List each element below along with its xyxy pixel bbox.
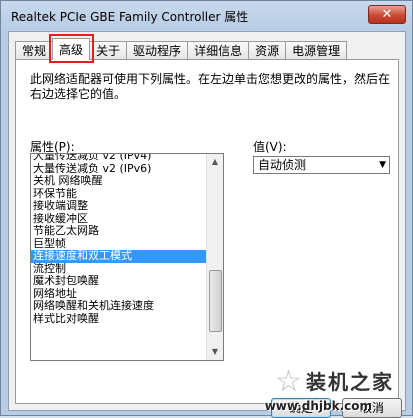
properties-window: Realtek PCIe GBE Family Controller 属性 ✕ … [0, 0, 413, 418]
property-list: 大量传送减负 v2 (IPv4) 大量传送减负 v2 (IPv6) 关机 网络唤… [31, 154, 207, 326]
list-item[interactable]: 环保节能 [31, 188, 207, 201]
list-item[interactable]: 网络唤醒和关机连接速度 [31, 300, 207, 313]
list-item[interactable]: 魔术封包唤醒 [31, 275, 207, 288]
list-item[interactable]: 样式比对唤醒 [31, 313, 207, 326]
tab-general[interactable]: 常规 [15, 41, 54, 60]
window-title: Realtek PCIe GBE Family Controller 属性 [11, 10, 249, 24]
watermark-logo: 装机之家 [306, 370, 394, 394]
scroll-thumb[interactable] [209, 270, 222, 332]
watermark-url: www.dhjbk.com [264, 399, 372, 413]
value-dropdown-selected: 自动侦测 [258, 158, 307, 172]
advanced-description: 此网络适配器可使用下列属性。在左边单击您想更改的属性，然后在右边选择它的值。 [30, 72, 391, 101]
list-item-selected[interactable]: 连接速度和双工模式 [31, 250, 207, 263]
list-item[interactable]: 节能乙太网路 [31, 225, 207, 238]
scroll-down-icon[interactable]: ▼ [207, 344, 223, 360]
tab-resources[interactable]: 资源 [248, 41, 287, 60]
chevron-down-icon[interactable]: ▼ [379, 158, 386, 173]
close-icon: ✕ [381, 7, 393, 22]
tab-about[interactable]: 关于 [89, 41, 128, 60]
property-list-scrollbar[interactable]: ▲ ▼ [206, 154, 223, 360]
list-item[interactable]: 巨型帧 [31, 238, 207, 251]
tab-driver[interactable]: 驱动程序 [126, 41, 189, 60]
dialog-client-area: 常规 高级 关于 驱动程序 详细信息 资源 电源管理 此网络适配器可使用下列属性… [8, 31, 406, 418]
tab-strip: 常规 高级 关于 驱动程序 详细信息 资源 电源管理 [15, 34, 348, 63]
close-button[interactable]: ✕ [368, 5, 406, 24]
tab-power-management[interactable]: 电源管理 [285, 41, 348, 60]
list-item[interactable]: 大量传送减负 v2 (IPv6) [31, 163, 207, 176]
list-item[interactable]: 网络地址 [31, 288, 207, 301]
tab-advanced[interactable]: 高级 [49, 34, 95, 63]
value-label: 值(V): [253, 140, 287, 154]
list-item[interactable]: 接收端调整 [31, 200, 207, 213]
scroll-up-icon[interactable]: ▲ [207, 154, 223, 170]
list-item[interactable]: 流控制 [31, 263, 207, 276]
advanced-tab-panel: 此网络适配器可使用下列属性。在左边单击您想更改的属性，然后在右边选择它的值。 属… [15, 59, 399, 404]
list-item[interactable]: 接收缓冲区 [31, 213, 207, 226]
list-item[interactable]: 关机 网络唤醒 [31, 175, 207, 188]
property-listbox[interactable]: 大量传送减负 v2 (IPv4) 大量传送减负 v2 (IPv6) 关机 网络唤… [30, 153, 224, 361]
value-dropdown[interactable]: 自动侦测 ▼ [253, 156, 390, 174]
list-item[interactable]: 大量传送减负 v2 (IPv4) [31, 154, 207, 163]
title-bar[interactable]: Realtek PCIe GBE Family Controller 属性 ✕ [1, 1, 412, 31]
watermark-star-icon: ☆ [275, 364, 302, 399]
tab-details[interactable]: 详细信息 [187, 41, 250, 60]
